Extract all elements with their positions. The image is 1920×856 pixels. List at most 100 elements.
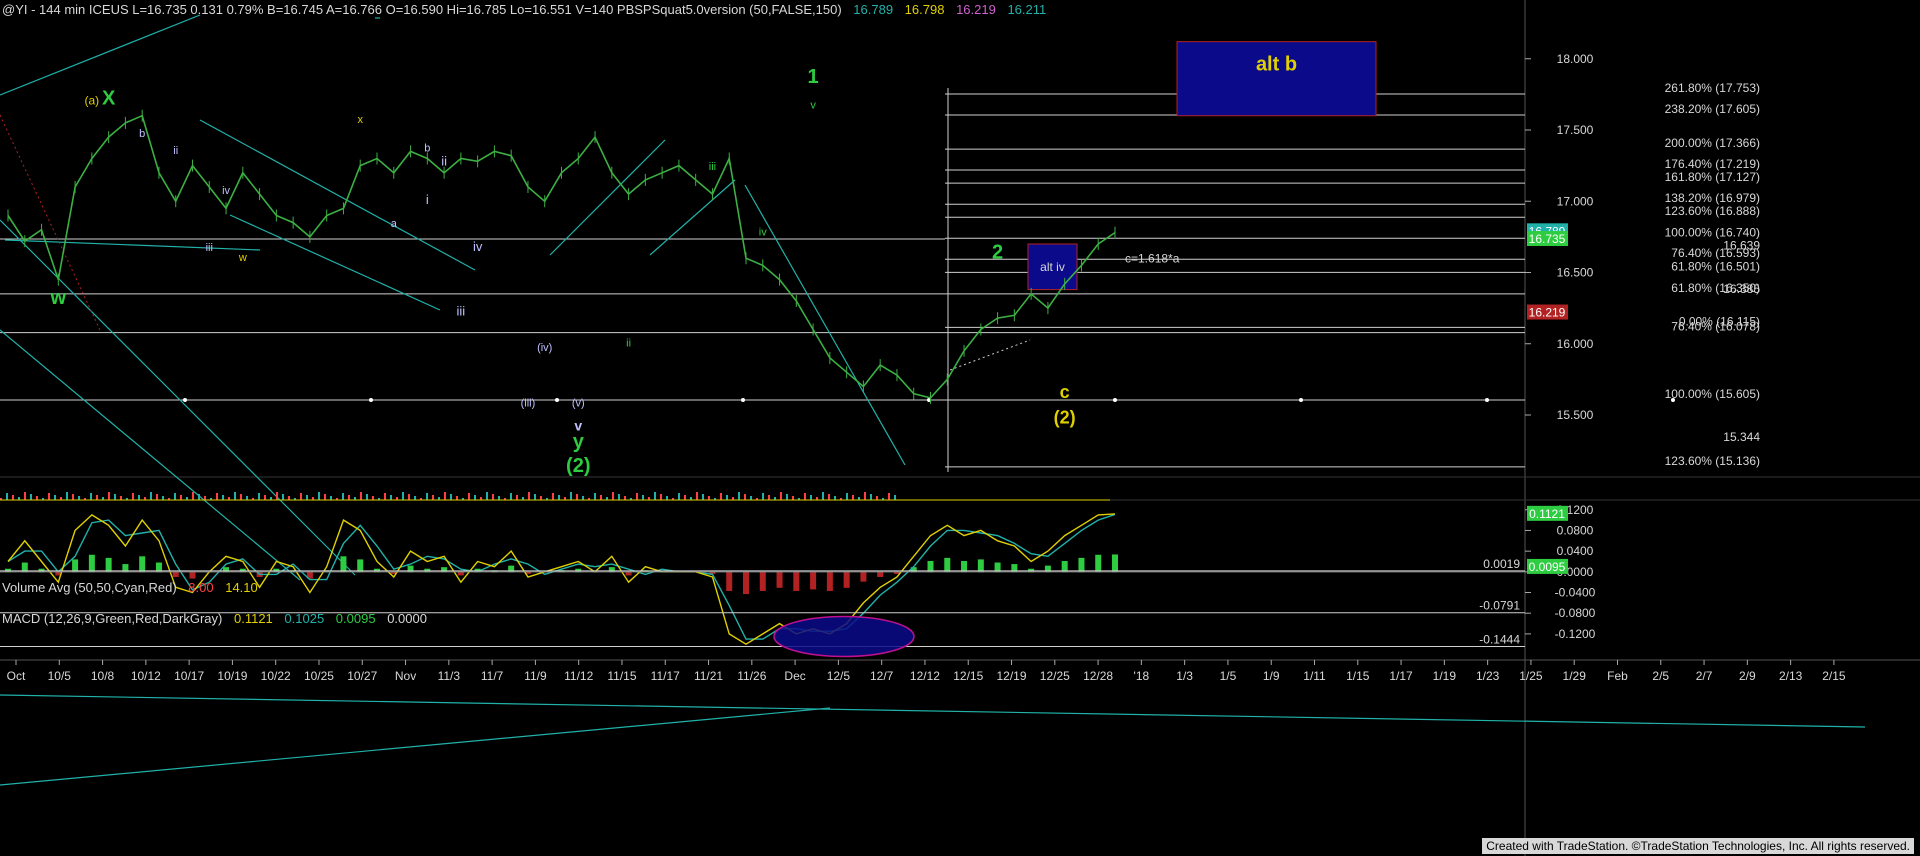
volume-bar <box>114 494 116 500</box>
price-axis-tick-label: 15.500 <box>1557 408 1594 422</box>
macd-flag-label: 0.1121 <box>1529 507 1565 521</box>
time-axis-tick-label: 10/5 <box>48 669 72 683</box>
time-axis-tick-label: 10/22 <box>261 669 291 683</box>
volume-bar <box>48 493 50 500</box>
volume-label: Volume Avg (50,50,Cyan,Red) <box>2 580 177 595</box>
time-axis-tick-label: 11/9 <box>524 669 547 683</box>
volume-bar <box>282 494 284 500</box>
macd-histogram-bar <box>139 556 146 573</box>
time-axis-tick-label: 11/3 <box>438 669 461 683</box>
time-axis-tick-label: 2/9 <box>1739 669 1756 683</box>
macd-histogram-bar <box>843 571 850 588</box>
volume-bar <box>330 496 332 500</box>
volume-bar <box>576 494 578 500</box>
volume-header: Volume Avg (50,50,Cyan,Red) 8.00 14.10 <box>2 580 258 595</box>
chart-canvas: 18.00017.50017.00016.50016.00015.5000.12… <box>0 0 1920 856</box>
price-axis-tick-label: 16.500 <box>1557 266 1594 280</box>
volume-bar <box>684 495 686 500</box>
volume-bar <box>372 496 374 500</box>
volume-bar <box>264 495 266 500</box>
macd-level-label: -0.0791 <box>1479 599 1520 613</box>
volume-bar <box>696 492 698 500</box>
time-axis-tick-label: 12/5 <box>827 669 851 683</box>
volume-bar <box>468 493 470 500</box>
volume-bar <box>456 496 458 500</box>
volume-bar <box>750 496 752 500</box>
fib-level-label: 138.20% (16.979) <box>1665 191 1760 205</box>
volume-bar <box>582 496 584 500</box>
wave-label: ii <box>626 338 631 350</box>
time-axis-tick-label: Dec <box>784 669 805 683</box>
macd-highlight-ellipse <box>773 615 915 658</box>
time-axis-tick-label: 11/26 <box>737 669 766 683</box>
chart-background <box>0 0 1920 856</box>
wave-label: b <box>424 142 430 154</box>
level-marker-dot <box>369 398 373 403</box>
volume-bar <box>792 496 794 500</box>
symbol-header: @YI - 144 min ICEUS L=16.735 0.131 0.79%… <box>2 2 1046 17</box>
volume-bar <box>24 492 26 500</box>
wave-label: iii <box>457 303 466 318</box>
level-marker-dot <box>1671 398 1675 403</box>
volume-bar <box>366 494 368 500</box>
volume-bar <box>426 493 428 500</box>
price-axis-tick-label: 17.000 <box>1557 194 1594 208</box>
time-axis-tick-label: Oct <box>7 669 26 683</box>
level-annotation: c=1.618*a <box>1125 251 1180 265</box>
volume-bar <box>822 492 824 500</box>
volume-bar <box>12 495 14 500</box>
macd-histogram-bar <box>877 571 884 577</box>
volume-bar <box>390 495 392 500</box>
volume-bar <box>666 496 668 500</box>
macd-axis-tick-label: -0.0800 <box>1555 606 1596 620</box>
volume-bar <box>594 493 596 500</box>
time-axis-tick-label: 2/13 <box>1779 669 1803 683</box>
volume-bar <box>150 492 152 500</box>
fib-level-label: 61.80% (16.501) <box>1671 259 1760 273</box>
macd-histogram-bar <box>340 556 347 573</box>
volume-bar <box>108 492 110 500</box>
time-axis-tick-label: 1/9 <box>1263 669 1280 683</box>
level-annotation: 16.385 <box>1723 282 1760 296</box>
volume-bar <box>162 496 164 500</box>
price-axis-tick-label: 18.000 <box>1557 52 1594 66</box>
macd-value-3: 0.0095 <box>335 611 376 626</box>
macd-histogram-bar <box>625 571 632 576</box>
time-axis-tick-label: 11/15 <box>607 669 636 683</box>
volume-bar <box>660 494 662 500</box>
macd-histogram-bar <box>743 571 749 595</box>
volume-bar <box>720 493 722 500</box>
volume-bar <box>498 496 500 500</box>
fib-level-label: 261.80% (17.753) <box>1665 81 1760 95</box>
time-axis-tick-label: 1/11 <box>1303 669 1326 683</box>
volume-bar <box>870 494 872 500</box>
volume-bar <box>234 492 236 500</box>
fib-level-label: 123.60% (15.136) <box>1665 454 1760 468</box>
volume-bar <box>204 496 206 500</box>
volume-bar <box>768 495 770 500</box>
volume-bar <box>516 495 518 500</box>
time-axis-tick-label: Nov <box>395 669 416 683</box>
wave-label: x <box>357 114 363 126</box>
volume-bar <box>408 494 410 500</box>
volume-bar <box>414 496 416 500</box>
volume-bar <box>888 493 890 500</box>
level-marker-dot <box>555 398 559 403</box>
time-axis-tick-label: 1/17 <box>1389 669 1413 683</box>
level-marker-dot <box>1299 398 1303 403</box>
volume-bar <box>540 496 542 500</box>
macd-value-4: 0.0000 <box>387 611 427 626</box>
level-annotation: 15.344 <box>1723 430 1760 444</box>
time-axis-tick-label: 10/8 <box>91 669 115 683</box>
time-axis-tick-label: 1/5 <box>1220 669 1237 683</box>
price-axis-tick-label: 17.500 <box>1557 123 1594 137</box>
level-annotation: 16.639 <box>1723 238 1760 252</box>
macd-flag-label: 0.0095 <box>1529 560 1566 574</box>
macd-histogram-bar <box>105 557 112 573</box>
volume-bar <box>306 495 308 500</box>
time-axis-tick-label: 12/28 <box>1083 669 1113 683</box>
volume-bar <box>786 494 788 500</box>
volume-bar <box>780 492 782 500</box>
volume-bar <box>570 492 572 500</box>
volume-bar <box>6 493 8 500</box>
